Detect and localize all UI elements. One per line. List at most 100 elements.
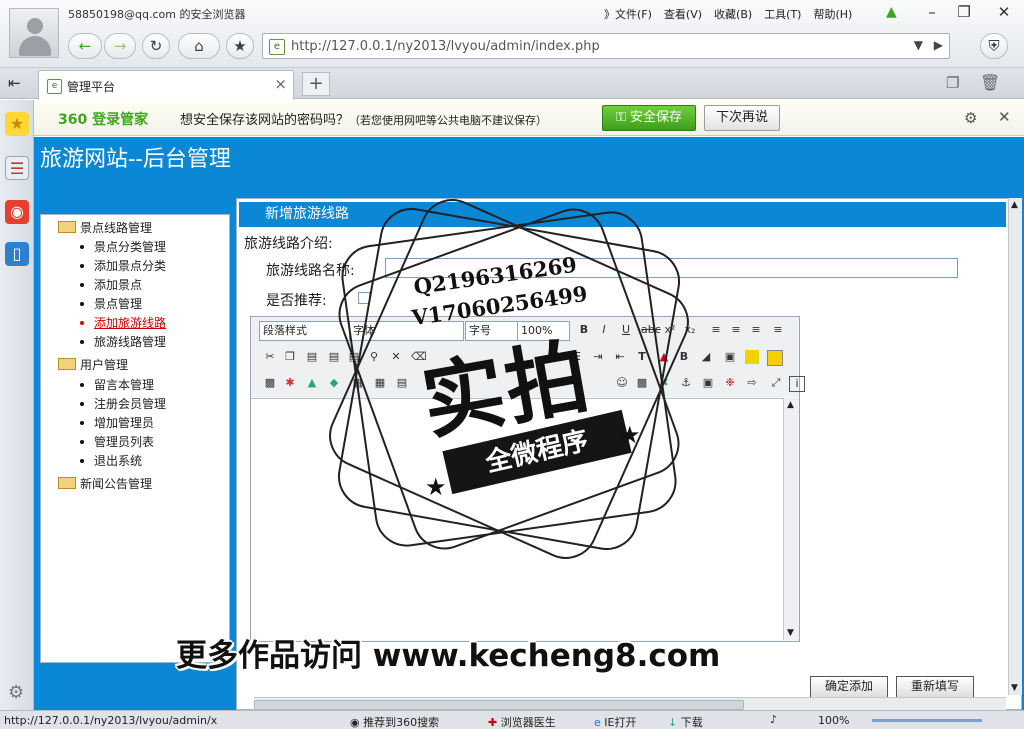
open-in-ie[interactable]: e IE打开 [594, 714, 636, 730]
user-avatar[interactable] [9, 8, 59, 58]
align-left-icon[interactable]: ≡ [709, 323, 723, 337]
nav-item-category-manage[interactable]: 景点分类管理 [80, 238, 166, 255]
scroll-up-icon[interactable]: ▲ [787, 400, 794, 410]
nav-group-scenic[interactable]: 景点线路管理 [58, 219, 152, 236]
justify-icon[interactable]: ≡ [771, 323, 785, 337]
search-recommend[interactable]: ◉ 推荐到360搜索 [350, 714, 439, 730]
restore-tabs-icon[interactable]: ❐ [946, 74, 959, 92]
minimize-button[interactable]: – [918, 2, 946, 22]
nav-item-members[interactable]: 注册会员管理 [80, 395, 166, 412]
layer-stack-icon[interactable] [767, 350, 783, 366]
settings-gear-icon[interactable]: ⚙ [8, 682, 24, 703]
trash-icon[interactable]: 🗑 [980, 73, 1000, 92]
nav-item-logout[interactable]: 退出系统 [80, 452, 142, 469]
nav-group-news[interactable]: 新闻公告管理 [58, 475, 152, 492]
block-icon[interactable]: ▣ [723, 350, 737, 364]
border-icon[interactable]: ◢ [699, 350, 713, 364]
gear-icon[interactable]: ⚙ [964, 109, 977, 127]
favorites-star-icon[interactable]: ★ [5, 112, 29, 136]
close-icon[interactable]: ✕ [998, 108, 1011, 126]
media-icon[interactable]: ▲ [305, 376, 319, 390]
browser-doctor[interactable]: ✚ 浏览器医生 [488, 714, 556, 730]
home-button[interactable]: ⌂ [178, 33, 220, 59]
shield-icon[interactable]: ⛨ [980, 33, 1008, 59]
layer-icon[interactable] [745, 350, 759, 364]
star-icon: ★ [619, 421, 641, 449]
zoom-slider[interactable] [872, 719, 982, 722]
address-url: http://127.0.0.1/ny2013/lvyou/admin/inde… [291, 39, 600, 54]
nav-item-route-manage[interactable]: 旅游线路管理 [80, 333, 166, 350]
ie-icon: e [594, 716, 605, 729]
chevron-down-icon[interactable]: ▼ [914, 38, 923, 52]
new-tab-button[interactable]: + [302, 72, 330, 96]
nav-item-add-route[interactable]: 添加旅游线路 [80, 314, 166, 331]
scroll-down-icon[interactable]: ▼ [1011, 683, 1018, 693]
align-center-icon[interactable]: ≡ [729, 323, 743, 337]
shirt-icon[interactable]: ▲ [886, 4, 904, 20]
close-tab-icon[interactable]: × [274, 75, 287, 93]
page-vertical-scrollbar[interactable]: ▲ ▼ [1008, 198, 1022, 695]
scroll-thumb[interactable] [254, 700, 744, 710]
reset-button[interactable]: 重新填写 [896, 676, 974, 698]
watermark-stamp: Q2196316269 V17060256499 实拍 全微程序 ★ ★ [318, 188, 700, 570]
folder-icon [58, 358, 76, 370]
nav-group-users[interactable]: 用户管理 [58, 356, 128, 373]
intro-label: 旅游线路介绍: [244, 236, 333, 252]
export-icon[interactable]: ⇨ [745, 376, 759, 390]
editor-scrollbar[interactable]: ▲ ▼ [783, 398, 799, 640]
tab-title: 管理平台 [67, 80, 116, 94]
doctor-icon: ✚ [488, 716, 501, 729]
folder-icon [58, 477, 76, 489]
nav-item-guestbook[interactable]: 留言本管理 [80, 376, 154, 393]
zoom-level[interactable]: 100% [818, 714, 849, 727]
safe-save-button[interactable]: ⚿ 安全保存 [602, 105, 696, 131]
account-label: 58850198@qq.com 的安全浏览器 [68, 8, 246, 21]
sidebar-toggle-icon[interactable]: ⇤ [8, 74, 21, 92]
scroll-down-icon[interactable]: ▼ [787, 628, 794, 638]
maximize-button[interactable]: ❐ [950, 2, 978, 22]
nav-item-add-scenic[interactable]: 添加景点 [80, 276, 142, 293]
site-title: 旅游网站--后台管理 [40, 147, 231, 172]
mobile-icon[interactable]: ▯ [5, 242, 29, 266]
template-icon[interactable]: ▣ [701, 376, 715, 390]
weibo-icon[interactable]: ◉ [5, 200, 29, 224]
align-right-icon[interactable]: ≡ [749, 323, 763, 337]
menu-file[interactable]: 》文件(F) [604, 6, 652, 22]
image-icon[interactable]: ▩ [263, 376, 277, 390]
refresh-button[interactable]: ↻ [142, 33, 170, 59]
password-note: （若您使用网吧等公共电脑不建议保存） [349, 114, 548, 127]
key-icon: ⚿ [615, 110, 630, 125]
page-horizontal-scrollbar[interactable] [254, 697, 1006, 710]
volume-icon[interactable]: ♪ [770, 713, 777, 726]
ie-icon: e [269, 39, 285, 55]
go-icon[interactable]: ▶ [934, 38, 943, 52]
nav-item-add-admin[interactable]: 增加管理员 [80, 414, 154, 431]
favorite-star-button[interactable]: ★ [226, 33, 254, 59]
info-icon[interactable]: i [789, 376, 805, 392]
maximize-editor-icon[interactable]: ⤢ [769, 376, 783, 390]
news-icon[interactable]: ☰ [5, 156, 29, 180]
address-bar[interactable]: e http://127.0.0.1/ny2013/lvyou/admin/in… [262, 33, 950, 59]
forward-button[interactable]: → [104, 33, 136, 59]
flash-icon[interactable]: ✱ [283, 376, 297, 390]
download[interactable]: ↓ 下载 [668, 714, 703, 730]
cut-icon[interactable]: ✂ [263, 350, 277, 364]
nav-item-scenic-manage[interactable]: 景点管理 [80, 295, 142, 312]
menu-view[interactable]: 查看(V) [664, 6, 702, 22]
tab-admin[interactable]: e 管理平台 × [38, 70, 294, 100]
close-window-button[interactable]: ✕ [990, 2, 1018, 22]
later-button[interactable]: 下次再说 [704, 105, 780, 131]
menu-tools[interactable]: 工具(T) [764, 6, 801, 22]
copy-icon[interactable]: ❐ [283, 350, 297, 364]
recommend-label: 是否推荐: [266, 293, 327, 309]
nav-item-admin-list[interactable]: 管理员列表 [80, 433, 154, 450]
anchor-icon[interactable]: ⚓ [679, 376, 693, 390]
special-char-icon[interactable]: ❉ [723, 376, 737, 390]
paste-icon[interactable]: ▤ [305, 350, 319, 364]
menu-favorites[interactable]: 收藏(B) [714, 6, 752, 22]
menu-help[interactable]: 帮助(H) [813, 6, 852, 22]
submit-button[interactable]: 确定添加 [810, 676, 888, 698]
back-button[interactable]: ← [68, 33, 102, 59]
nav-item-add-category[interactable]: 添加景点分类 [80, 257, 166, 274]
scroll-up-icon[interactable]: ▲ [1011, 200, 1018, 210]
